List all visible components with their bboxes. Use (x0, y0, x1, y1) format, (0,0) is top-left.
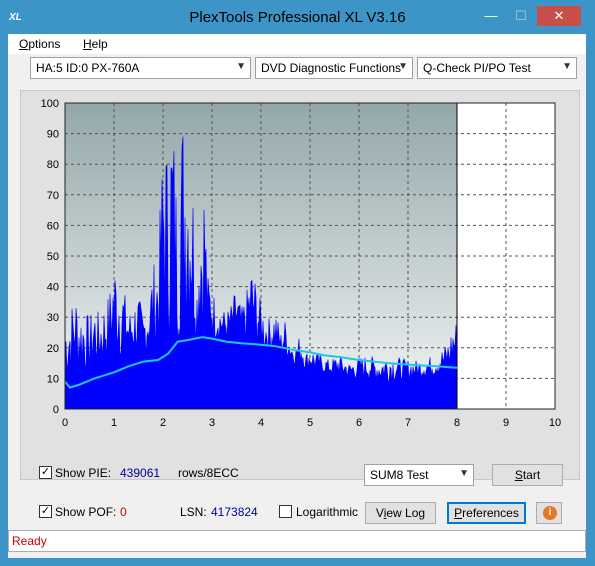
y-tick-label: 30 (47, 312, 59, 324)
y-tick-label: 0 (53, 404, 59, 416)
chevron-down-icon: ▼ (236, 61, 246, 72)
x-tick-label: 2 (160, 417, 166, 429)
drive-select-value: HA:5 ID:0 PX-760A (36, 61, 140, 75)
view-log-button[interactable]: View Log (365, 502, 436, 524)
logarithmic-checkbox[interactable] (279, 505, 292, 518)
toolbar: HA:5 ID:0 PX-760A ▼ DVD Diagnostic Funct… (8, 54, 586, 84)
preferences-accel: P (454, 506, 463, 520)
menu-help[interactable]: Help (83, 37, 108, 51)
y-tick-label: 50 (47, 251, 59, 263)
preferences-button[interactable]: Preferences (447, 502, 526, 524)
pie-value: 439061 (120, 466, 161, 480)
drive-select[interactable]: HA:5 ID:0 PX-760A ▼ (30, 57, 251, 79)
x-tick-label: 8 (454, 417, 460, 429)
menu-options-accel: O (19, 37, 29, 51)
view-log-b: ew Log (386, 506, 426, 520)
show-pie-label: Show PIE: (55, 466, 112, 480)
y-tick-label: 80 (47, 159, 59, 171)
pi-po-chart-frame: 0 1 2 3 4 5 6 7 8 9 10 0 10 20 30 40 50 60 70 80 90 100 (20, 90, 580, 480)
pi-po-chart: 0 1 2 3 4 5 6 7 8 9 100102030405060708090100 (41, 98, 561, 429)
menu-help-rest: elp (91, 37, 108, 51)
start-rest: tart (522, 468, 541, 482)
info-icon: i (543, 506, 557, 520)
show-poe-checkbox[interactable]: ✓ (39, 505, 52, 518)
start-button[interactable]: Start (492, 464, 563, 486)
preferences-rest: references (462, 506, 519, 520)
menu-options-rest: ptions (28, 37, 61, 51)
close-button[interactable]: ✕ (537, 6, 581, 26)
app-window: XL PlexTools Professional XL V3.16 — ☐ ✕… (0, 0, 595, 566)
menu-options[interactable]: Options (19, 37, 60, 51)
y-tick-label: 20 (47, 343, 59, 355)
window-title: PlexTools Professional XL V3.16 (189, 9, 406, 26)
y-tick-label: 100 (41, 98, 59, 110)
x-tick-label: 7 (405, 417, 411, 429)
x-tick-label: 3 (209, 417, 215, 429)
poe-value: 0 (120, 505, 127, 519)
x-tick-label: 6 (356, 417, 362, 429)
y-tick-label: 60 (47, 220, 59, 232)
function-select[interactable]: DVD Diagnostic Functions ▼ (255, 57, 413, 79)
function-select-value: DVD Diagnostic Functions (261, 61, 402, 75)
chevron-down-icon: ▼ (398, 61, 408, 72)
x-tick-label: 9 (503, 417, 509, 429)
y-tick-label: 90 (47, 129, 59, 141)
x-tick-label: 1 (111, 417, 117, 429)
client-area: Options Help HA:5 ID:0 PX-760A ▼ DVD Dia… (8, 34, 586, 558)
y-tick-label: 40 (47, 282, 59, 294)
x-tick-label: 5 (307, 417, 313, 429)
y-tick-label: 10 (47, 373, 59, 385)
sum-test-select-value: SUM8 Test (370, 468, 429, 482)
x-tick-label: 10 (549, 417, 561, 429)
minimize-button[interactable]: — (477, 6, 505, 26)
chevron-down-icon: ▼ (562, 61, 572, 72)
info-button[interactable]: i (536, 502, 562, 524)
status-text: Ready (12, 534, 47, 548)
test-select-value: Q-Check PI/PO Test (423, 61, 531, 75)
x-tick-label: 4 (258, 417, 264, 429)
pie-units: rows/8ECC (178, 466, 239, 480)
chevron-down-icon: ▼ (459, 468, 469, 479)
lsn-value: 4173824 (211, 505, 258, 519)
menu-bar: Options Help (8, 34, 586, 54)
controls-panel: ✓ Show PIE: 439061 rows/8ECC SUM8 Test ▼… (8, 454, 586, 534)
menu-help-accel: H (83, 37, 92, 51)
logarithmic-label: Logarithmic (296, 505, 359, 519)
lsn-label: LSN: (180, 505, 207, 519)
maximize-button[interactable]: ☐ (507, 6, 535, 26)
title-bar[interactable]: XL PlexTools Professional XL V3.16 — ☐ ✕ (0, 0, 595, 34)
x-tick-label: 0 (62, 417, 68, 429)
show-pie-checkbox[interactable]: ✓ (39, 466, 52, 479)
y-tick-label: 70 (47, 190, 59, 202)
sum-test-select[interactable]: SUM8 Test ▼ (364, 464, 474, 486)
show-poe-label: Show POF: (55, 505, 117, 519)
view-log-a: V (375, 506, 384, 520)
test-select[interactable]: Q-Check PI/PO Test ▼ (417, 57, 577, 79)
start-accel: S (514, 468, 523, 482)
status-bar: Ready (8, 530, 586, 552)
